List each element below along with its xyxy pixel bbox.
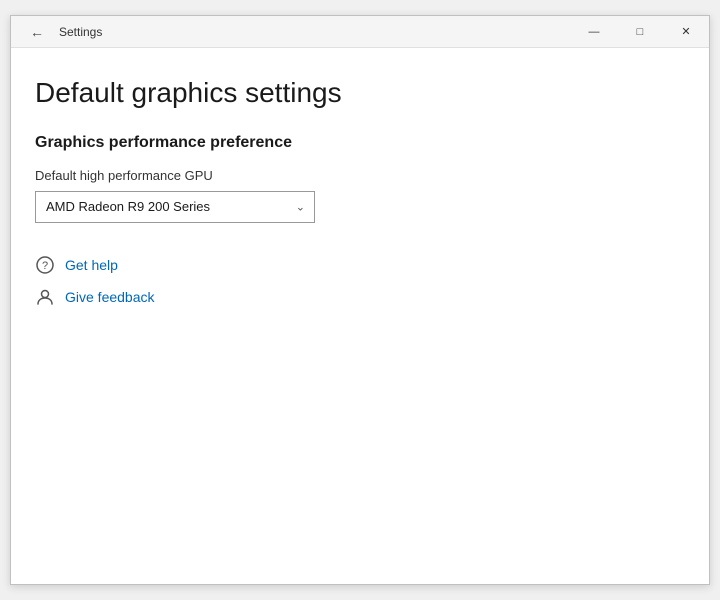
feedback-icon <box>35 287 55 307</box>
titlebar-title: Settings <box>59 25 102 39</box>
titlebar: ← Settings — □ ✕ <box>11 16 709 48</box>
back-button[interactable]: ← <box>23 18 51 46</box>
close-icon: ✕ <box>681 25 690 38</box>
gpu-dropdown[interactable]: AMD Radeon R9 200 Series NVIDIA GeForce … <box>35 191 315 223</box>
titlebar-controls: — □ ✕ <box>571 16 709 48</box>
maximize-icon: □ <box>637 26 644 38</box>
get-help-link[interactable]: Get help <box>65 257 118 273</box>
titlebar-left: ← Settings <box>23 18 102 46</box>
give-feedback-link[interactable]: Give feedback <box>65 289 155 305</box>
give-feedback-item[interactable]: Give feedback <box>35 287 685 307</box>
back-arrow-icon: ← <box>30 24 44 40</box>
minimize-icon: — <box>589 26 600 38</box>
gpu-dropdown-wrapper: AMD Radeon R9 200 Series NVIDIA GeForce … <box>35 191 315 223</box>
section-title: Graphics performance preference <box>35 134 685 152</box>
help-icon: ? <box>35 255 55 275</box>
svg-text:?: ? <box>42 260 48 272</box>
field-label: Default high performance GPU <box>35 168 685 183</box>
settings-window: ← Settings — □ ✕ Default graphics settin… <box>10 15 710 585</box>
close-button[interactable]: ✕ <box>663 16 709 48</box>
minimize-button[interactable]: — <box>571 16 617 48</box>
maximize-button[interactable]: □ <box>617 16 663 48</box>
links-section: ? Get help Give feedback <box>35 255 685 307</box>
main-content: Default graphics settings Graphics perfo… <box>11 48 709 584</box>
get-help-item[interactable]: ? Get help <box>35 255 685 275</box>
page-title: Default graphics settings <box>35 76 685 110</box>
